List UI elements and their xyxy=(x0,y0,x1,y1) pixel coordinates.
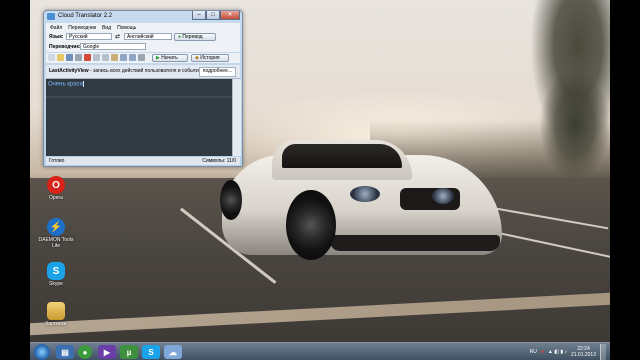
wheel xyxy=(220,180,242,220)
status-text: Готово xyxy=(49,158,65,164)
text-editor[interactable]: Очень краси xyxy=(46,79,232,156)
editor-scrollbar[interactable] xyxy=(232,79,241,156)
clock[interactable]: 22:24 21.01.2013 xyxy=(571,346,596,358)
toolbar: ▶ Начать ◆ История xyxy=(46,53,240,63)
menu-bar: Файл Переводчик Вид Помощь xyxy=(46,23,240,32)
translator-row: Переводчик: Google xyxy=(46,42,240,52)
source-language-select[interactable]: Русский xyxy=(66,33,112,40)
maximize-button[interactable]: □ xyxy=(206,11,220,20)
window-title: Cloud Translator 2.2 xyxy=(58,13,113,19)
app-icon xyxy=(47,13,55,20)
letterbox-left xyxy=(0,0,30,360)
taskbar-vs-icon[interactable]: ▶ xyxy=(98,345,116,359)
menu-view[interactable]: Вид xyxy=(102,25,111,31)
window-controls: – □ ✕ xyxy=(192,11,240,20)
app-window: Cloud Translator 2.2 – □ ✕ Файл Переводч… xyxy=(43,10,243,167)
record-icon[interactable]: ● xyxy=(541,349,544,355)
paste-icon[interactable] xyxy=(111,54,118,61)
car-window xyxy=(282,144,402,168)
info-description: - запись всех действий пользователя и со… xyxy=(88,68,202,74)
tray-icons[interactable]: ▲ ◧ ▮ ♪ xyxy=(548,349,567,355)
desktop-icon-label: Skype xyxy=(49,281,63,287)
history-button[interactable]: ◆ История xyxy=(191,54,229,62)
speak-button[interactable]: ▶ Начать xyxy=(152,54,188,62)
speak-icon: ▶ xyxy=(156,55,160,61)
desktop-icon-label: DAEMON Tools Lite xyxy=(38,237,74,249)
desktop-icon-label: Картинки xyxy=(45,321,67,327)
print-icon[interactable] xyxy=(75,54,82,61)
info-title[interactable]: LastActivityView xyxy=(49,68,89,74)
close-button[interactable]: ✕ xyxy=(220,11,240,20)
editor-divider xyxy=(46,96,232,98)
desktop-icon-daemon-tools[interactable]: ⚡ DAEMON Tools Lite xyxy=(34,218,78,249)
history-button-label: История xyxy=(200,55,220,61)
delete-icon[interactable] xyxy=(84,54,91,61)
speak-button-label: Начать xyxy=(161,55,178,61)
translator-select[interactable]: Google xyxy=(80,43,146,50)
language-row: Язык: Русский ⇄ Английский ● Перевод xyxy=(46,32,240,42)
start-button[interactable] xyxy=(34,344,50,360)
minimize-button[interactable]: – xyxy=(192,11,206,20)
cut-icon[interactable] xyxy=(93,54,100,61)
settings-icon[interactable] xyxy=(138,54,145,61)
language-label: Язык: xyxy=(49,34,64,40)
clock-date: 21.01.2013 xyxy=(570,352,596,358)
desktop-icon-skype[interactable]: S Skype xyxy=(34,262,78,287)
open-icon[interactable] xyxy=(57,54,64,61)
taskbar-skype-icon[interactable]: S xyxy=(142,345,160,359)
tree xyxy=(540,70,610,180)
headlamp xyxy=(432,188,454,204)
menu-file[interactable]: Файл xyxy=(50,25,62,31)
opera-icon: O xyxy=(47,176,65,194)
translate-button-label: Перевод xyxy=(182,34,203,40)
translator-value: Google xyxy=(83,44,100,50)
taskbar-chrome-icon[interactable]: ● xyxy=(78,345,92,359)
folder-icon xyxy=(47,302,65,320)
translator-label: Переводчик: xyxy=(49,44,81,50)
translate-button[interactable]: ● Перевод xyxy=(174,33,216,41)
new-icon[interactable] xyxy=(48,54,55,61)
editor-content: Очень краси xyxy=(48,81,83,88)
show-desktop-button[interactable] xyxy=(600,344,606,360)
skype-icon: S xyxy=(47,262,65,280)
source-language-value: Русский xyxy=(69,34,88,40)
info-bar: LastActivityView - запись всех действий … xyxy=(46,65,240,79)
redo-icon[interactable] xyxy=(129,54,136,61)
language-indicator[interactable]: RU xyxy=(530,349,537,355)
car-lip xyxy=(330,235,500,251)
save-icon[interactable] xyxy=(66,54,73,61)
swap-languages-icon[interactable]: ⇄ xyxy=(115,33,120,40)
wheel xyxy=(286,190,336,260)
copy-icon[interactable] xyxy=(102,54,109,61)
taskbar: ▤ ● ▶ µ S ☁ RU ● ▲ ◧ ▮ ♪ 22:24 21.01.201… xyxy=(30,342,610,360)
undo-icon[interactable] xyxy=(120,54,127,61)
status-bar: Готово Символы: 11/0 xyxy=(46,157,240,165)
desktop-icon-label: Opera xyxy=(49,195,63,201)
daemon-tools-icon: ⚡ xyxy=(47,218,65,236)
translate-icon: ● xyxy=(178,34,182,40)
letterbox-right xyxy=(610,0,640,360)
taskbar-translator-icon[interactable]: ☁ xyxy=(164,345,182,359)
desktop-icon-pictures[interactable]: Картинки xyxy=(34,302,78,327)
headlamp xyxy=(350,186,380,202)
more-button[interactable]: подробнее... xyxy=(198,67,236,77)
taskbar-utorrent-icon[interactable]: µ xyxy=(120,345,138,359)
desktop-icon-opera[interactable]: O Opera xyxy=(34,176,78,201)
editor-text[interactable]: Очень краси xyxy=(48,81,84,88)
system-tray: RU ● ▲ ◧ ▮ ♪ 22:24 21.01.2013 xyxy=(530,343,606,360)
target-language-select[interactable]: Английский xyxy=(124,33,172,40)
title-bar[interactable]: Cloud Translator 2.2 – □ ✕ xyxy=(44,11,242,22)
char-count: Символы: 11/0 xyxy=(202,158,236,164)
history-icon: ◆ xyxy=(195,55,199,61)
taskbar-explorer-icon[interactable]: ▤ xyxy=(56,345,74,359)
text-caret xyxy=(82,81,84,87)
desktop: O Opera ⚡ DAEMON Tools Lite S Skype Карт… xyxy=(30,0,610,360)
menu-help[interactable]: Помощь xyxy=(117,25,136,31)
info-text: LastActivityView - запись всех действий … xyxy=(49,68,202,74)
menu-translator[interactable]: Переводчик xyxy=(68,25,96,31)
target-language-value: Английский xyxy=(127,34,154,40)
